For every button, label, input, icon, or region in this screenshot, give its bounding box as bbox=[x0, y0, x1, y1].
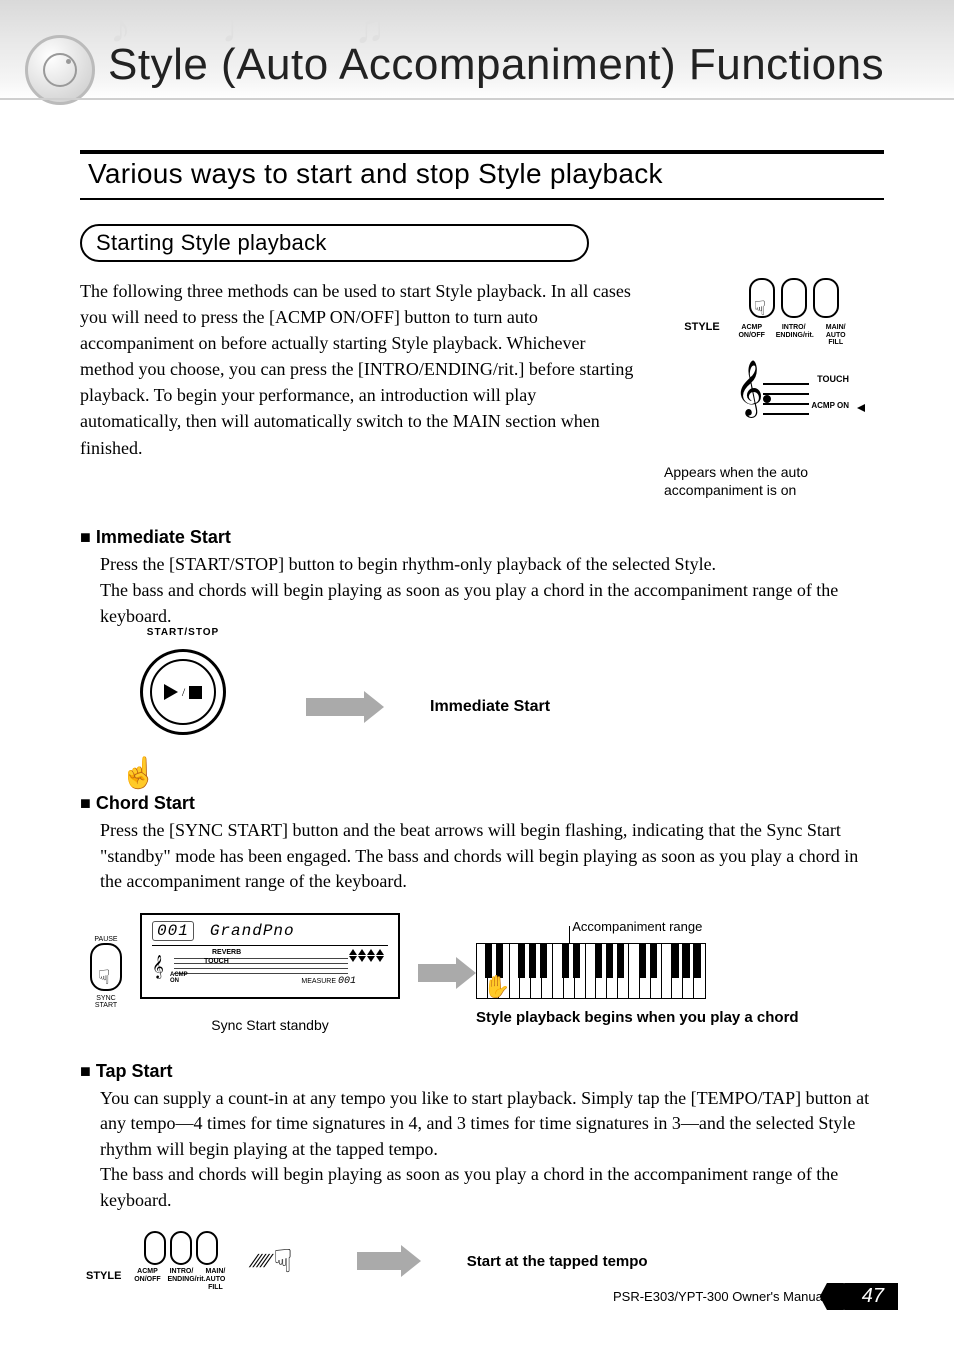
keyboard-diagram-group: Accompaniment range ✋ Style playback beg… bbox=[476, 919, 799, 1026]
section-heading: Various ways to start and stop Style pla… bbox=[88, 158, 884, 190]
manual-title: PSR-E303/YPT-300 Owner's Manual bbox=[613, 1289, 826, 1304]
style-label: STYLE bbox=[684, 321, 719, 333]
chord-heading: Chord Start bbox=[96, 793, 195, 813]
sync-standby-caption: Sync Start standby bbox=[211, 1017, 329, 1033]
arrow-right-icon bbox=[357, 1252, 403, 1270]
tap-body1: You can supply a count-in at any tempo y… bbox=[100, 1086, 884, 1163]
lcd-pointer-arrow-icon bbox=[857, 404, 865, 412]
panel-btn3-label: MAIN/ AUTO FILL bbox=[818, 324, 854, 347]
lcd-voice-num: 001 bbox=[152, 921, 194, 941]
panel-btn2-label: INTRO/ ENDING/rit. bbox=[776, 324, 812, 347]
subsection-heading: Starting Style playback bbox=[96, 230, 327, 256]
section-heading-bar: Various ways to start and stop Style pla… bbox=[80, 150, 884, 200]
style-label-sm: STYLE bbox=[86, 1270, 121, 1282]
sync-start-button-group: PAUSE SYNC START bbox=[90, 936, 122, 1009]
panel-small-btn-icon bbox=[196, 1231, 218, 1265]
panel-sm-btn3-label: MAIN/ AUTO FILL bbox=[201, 1268, 229, 1291]
main-autofill-button-icon bbox=[813, 278, 839, 318]
immediate-heading: Immediate Start bbox=[96, 527, 231, 547]
style-panel-diagram-small: STYLE ACMP ON/OFF INTRO/ ENDING/rit. MAI… bbox=[86, 1231, 229, 1291]
chord-start-section: ■ Chord Start Press the [SYNC START] but… bbox=[80, 793, 884, 1033]
hand-on-keys-icon: ✋ bbox=[483, 974, 510, 1000]
lcd-panel-diagram: 001 GrandPno 𝄞 REVERB TOUCH ACMP ON MEAS… bbox=[140, 913, 400, 999]
lcd-touch-sm-label: TOUCH bbox=[204, 958, 229, 965]
intro-ending-button-icon bbox=[781, 278, 807, 318]
lcd-caption: Appears when the auto accompaniment is o… bbox=[664, 463, 874, 499]
lcd-touch-label: TOUCH bbox=[817, 374, 849, 384]
chapter-title: Style (Auto Accompaniment) Functions bbox=[108, 40, 884, 90]
keyboard-caption: Style playback begins when you play a ch… bbox=[476, 1009, 799, 1026]
immediate-start-figure: START/STOP / ☝ Immediate Start bbox=[140, 649, 884, 765]
play-triangle-icon bbox=[164, 684, 178, 700]
sync-start-label: SYNC START bbox=[90, 995, 122, 1009]
arrow-right-icon bbox=[418, 964, 458, 982]
panel-sm-btn2-label: INTRO/ ENDING/rit. bbox=[167, 1268, 195, 1291]
panel-small-btn-icon bbox=[144, 1231, 166, 1265]
immediate-arrow-label: Immediate Start bbox=[430, 698, 550, 716]
start-stop-button-icon: / bbox=[140, 649, 226, 735]
start-stop-arc-label: START/STOP bbox=[147, 627, 219, 638]
lcd-measure-value: 001 bbox=[338, 976, 356, 987]
pause-label: PAUSE bbox=[90, 936, 122, 943]
panel-small-btn-icon bbox=[170, 1231, 192, 1265]
chord-body: Press the [SYNC START] button and the be… bbox=[100, 818, 884, 895]
tap-heading: Tap Start bbox=[96, 1061, 173, 1081]
style-panel-diagram: STYLE ACMP ON/OFF INTRO/ ENDING/rit. MAI… bbox=[664, 278, 874, 347]
lcd-acmp-sm-label: ACMP ON bbox=[170, 972, 188, 984]
intro-paragraph: The following three methods can be used … bbox=[80, 278, 640, 461]
page-number-badge: 47 bbox=[842, 1283, 898, 1310]
tap-body2: The bass and chords will begin playing a… bbox=[100, 1162, 884, 1213]
lcd-acmp-indicator-diagram: 𝄞 TOUCH ACMP ON bbox=[729, 365, 809, 455]
chord-start-figure: PAUSE SYNC START 001 GrandPno 𝄞 REVE bbox=[90, 913, 884, 1033]
panel-sm-btn1-label: ACMP ON/OFF bbox=[133, 1268, 161, 1291]
lcd-acmp-label: ACMP ON bbox=[811, 402, 849, 410]
sync-start-button-icon bbox=[90, 943, 122, 991]
finger-press-icon: ☝ bbox=[120, 757, 157, 790]
keyboard-diagram-icon: ✋ bbox=[476, 943, 706, 999]
immediate-body1: Press the [START/STOP] button to begin r… bbox=[100, 552, 884, 578]
chapter-medallion-icon bbox=[25, 35, 95, 105]
page-footer: PSR-E303/YPT-300 Owner's Manual 47 bbox=[613, 1283, 898, 1310]
tap-caption: Start at the tapped tempo bbox=[467, 1252, 648, 1272]
treble-clef-icon: 𝄞 bbox=[735, 365, 763, 413]
immediate-body2: The bass and chords will begin playing a… bbox=[100, 578, 884, 629]
immediate-start-section: ■ Immediate Start Press the [START/STOP]… bbox=[80, 527, 884, 765]
arrow-right-icon bbox=[306, 698, 366, 716]
lcd-beat-arrows-icon bbox=[349, 949, 384, 962]
acmp-onoff-button-icon bbox=[749, 278, 775, 318]
panel-btn1-label: ACMP ON/OFF bbox=[734, 324, 770, 347]
page-header-band: ♪ ♩ ♫ Style (Auto Accompaniment) Functio… bbox=[0, 0, 954, 100]
lcd-reverb-label: REVERB bbox=[212, 949, 241, 956]
tap-start-section: ■ Tap Start You can supply a count-in at… bbox=[80, 1061, 884, 1292]
note-icon bbox=[763, 395, 771, 403]
stop-square-icon bbox=[189, 686, 202, 699]
lcd-treble-icon: 𝄞 bbox=[152, 956, 164, 979]
split-line-icon bbox=[569, 926, 570, 944]
subsection-heading-pill: Starting Style playback bbox=[80, 224, 589, 262]
lcd-voice-name: GrandPno bbox=[210, 922, 295, 940]
lcd-measure-label: MEASURE bbox=[301, 978, 336, 985]
accomp-range-label: Accompaniment range bbox=[476, 919, 799, 935]
tap-gesture-icon: ///// ☟ bbox=[251, 1242, 292, 1280]
